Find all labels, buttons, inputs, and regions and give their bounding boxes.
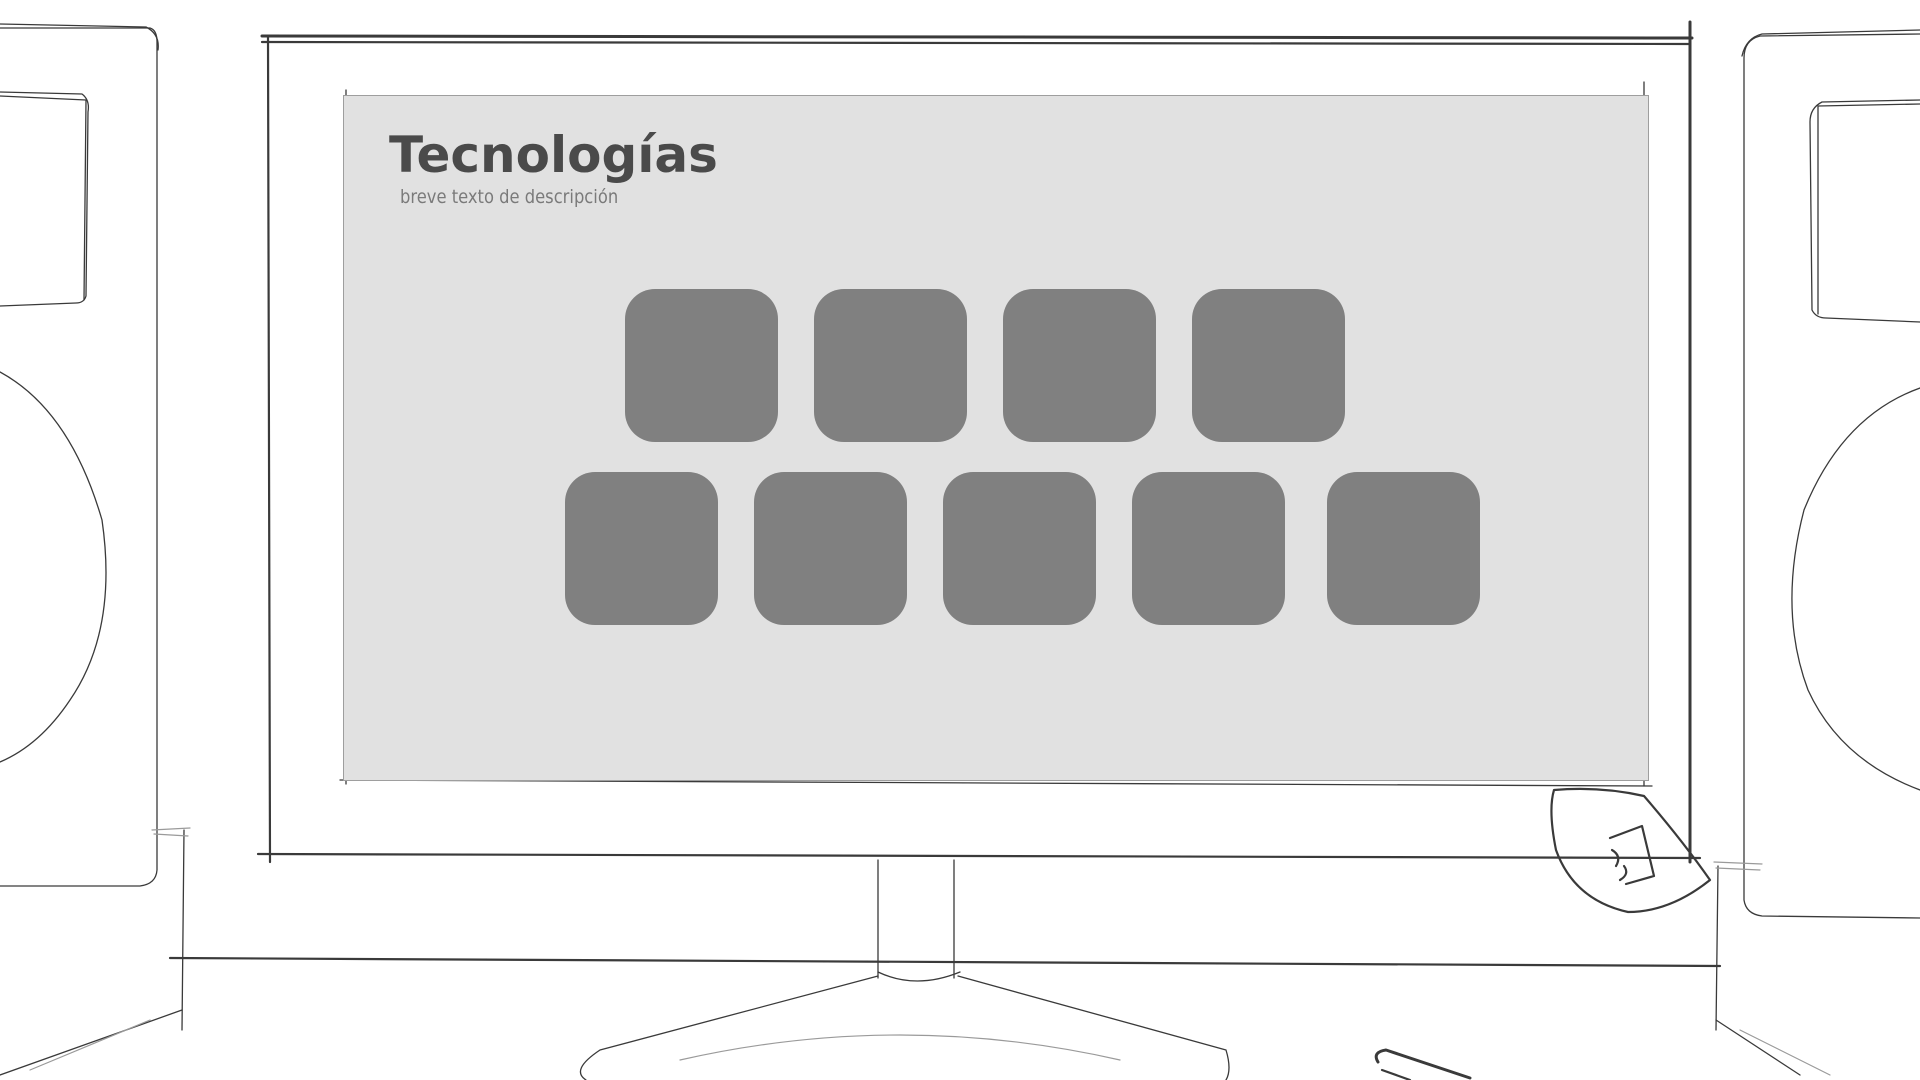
technology-tile[interactable] — [814, 289, 967, 442]
technology-tile[interactable] — [625, 289, 778, 442]
page-description: breve texto de descripción — [400, 186, 619, 208]
right-speaker-icon — [1713, 29, 1920, 1076]
technology-tile[interactable] — [754, 472, 907, 625]
technology-tile[interactable] — [943, 472, 1096, 625]
technology-tile[interactable] — [1132, 472, 1285, 625]
monitor-screen: Tecnologías breve texto de descripción — [343, 95, 1649, 781]
page-title: Tecnologías — [389, 126, 718, 184]
pen-icon — [1374, 1048, 1472, 1080]
technology-tile[interactable] — [1003, 289, 1156, 442]
sticker-icon — [1550, 787, 1712, 914]
technology-tile[interactable] — [1327, 472, 1480, 625]
technology-tile[interactable] — [565, 472, 718, 625]
technology-tile[interactable] — [1192, 289, 1345, 442]
left-speaker-icon — [0, 23, 191, 1076]
